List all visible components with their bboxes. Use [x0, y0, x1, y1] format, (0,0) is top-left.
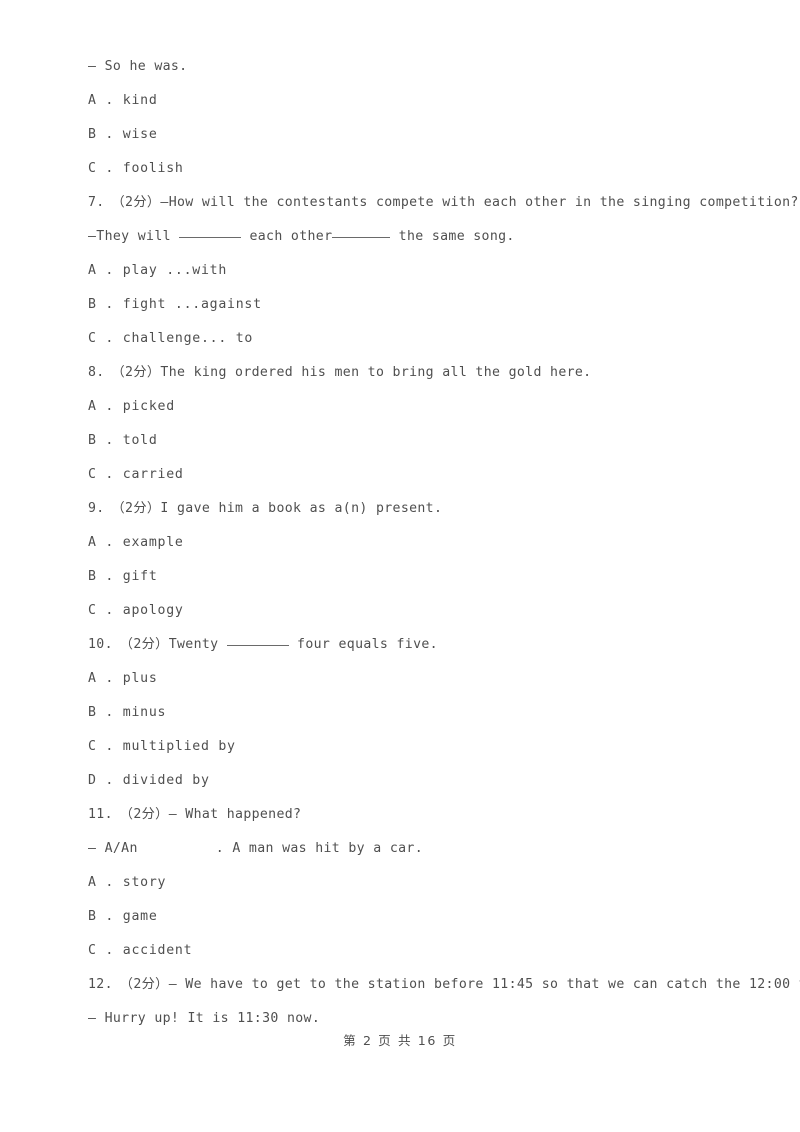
- question-11-option-c[interactable]: C . accident: [88, 934, 760, 968]
- question-9-option-c[interactable]: C . apology: [88, 594, 760, 628]
- question-11-stem-line2-pre: — A/An: [88, 841, 138, 856]
- question-6-option-b[interactable]: B . wise: [88, 118, 760, 152]
- question-6-option-c[interactable]: C . foolish: [88, 152, 760, 186]
- exam-page: — So he was. A . kind B . wise C . fooli…: [0, 0, 800, 1132]
- question-7-option-c[interactable]: C . challenge... to: [88, 322, 760, 356]
- question-7-blank-1[interactable]: [179, 237, 242, 238]
- question-10-option-d[interactable]: D . divided by: [88, 764, 760, 798]
- page-footer: 第 2 页 共 16 页: [343, 1033, 457, 1048]
- question-10-option-a[interactable]: A . plus: [88, 662, 760, 696]
- question-list: — So he was. A . kind B . wise C . fooli…: [88, 50, 800, 1036]
- question-11-option-a[interactable]: A . story: [88, 866, 760, 900]
- question-6-reply: — So he was.: [88, 59, 188, 74]
- question-8-option-a[interactable]: A . picked: [88, 390, 760, 424]
- question-7-stem-line2-post: the same song.: [390, 229, 515, 244]
- question-11-stem: 11. （2分）— What happened?: [88, 807, 302, 822]
- question-10-option-c[interactable]: C . multiplied by: [88, 730, 760, 764]
- question-9-option-b[interactable]: B . gift: [88, 560, 760, 594]
- question-8-option-b[interactable]: B . told: [88, 424, 760, 458]
- question-11-stem-line2: — A/An . A man was hit by a car.: [88, 832, 760, 866]
- question-11-stem-line2-post: . A man was hit by a car.: [215, 841, 423, 856]
- question-6-option-a[interactable]: A . kind: [88, 84, 760, 118]
- question-10-blank[interactable]: [226, 645, 289, 646]
- question-7-option-a[interactable]: A . play ...with: [88, 254, 760, 288]
- question-10-stem-pre: 10. （2分）Twenty: [88, 637, 227, 652]
- question-10-stem: 10. （2分）Twenty four equals five.: [88, 628, 760, 662]
- question-7-blank-2[interactable]: [332, 237, 391, 238]
- question-8-stem: 8. （2分）The king ordered his men to bring…: [88, 365, 592, 380]
- question-10-stem-post: four equals five.: [288, 637, 438, 652]
- question-10-option-b[interactable]: B . minus: [88, 696, 760, 730]
- question-8-option-c[interactable]: C . carried: [88, 458, 760, 492]
- question-7-stem-line2: —They will each other the same song.: [88, 220, 760, 254]
- question-12-stem: 12. （2分）— We have to get to the station …: [88, 977, 800, 992]
- question-9-stem: 9. （2分）I gave him a book as a(n) present…: [88, 501, 443, 516]
- question-9-option-a[interactable]: A . example: [88, 526, 760, 560]
- question-11-option-b[interactable]: B . game: [88, 900, 760, 934]
- question-7-stem-line2-mid: each other: [241, 229, 333, 244]
- question-7-stem-line2-pre: —They will: [88, 229, 180, 244]
- question-7-option-b[interactable]: B . fight ...against: [88, 288, 760, 322]
- question-7-stem: 7. （2分）—How will the contestants compete…: [88, 195, 799, 210]
